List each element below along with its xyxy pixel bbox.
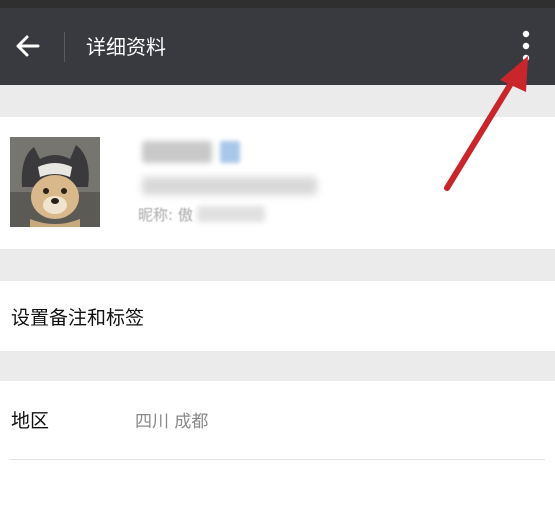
dog-avatar-image — [10, 137, 100, 227]
status-bar — [0, 0, 555, 8]
back-button[interactable] — [8, 26, 48, 66]
set-remark-label: 设置备注和标签 — [11, 306, 145, 329]
section-gap — [0, 249, 555, 281]
nickname-row: 昵称: 傲 — [138, 201, 265, 227]
more-vertical-icon — [522, 30, 530, 62]
arrow-left-icon — [16, 35, 40, 57]
row-divider — [10, 459, 545, 460]
title-bar: 详细资料 — [0, 8, 555, 85]
nickname-rest-blurred — [196, 206, 265, 222]
wechat-id-blurred — [142, 177, 317, 195]
page-title: 详细资料 — [86, 35, 166, 59]
section-gap — [0, 351, 555, 381]
nickname-prefix: 昵称: 傲 — [138, 205, 193, 224]
gender-badge — [220, 141, 240, 163]
title-divider — [64, 32, 65, 62]
region-label: 地区 — [11, 410, 50, 432]
avatar[interactable] — [10, 137, 100, 227]
region-row: 地区 四川 成都 — [0, 381, 555, 459]
nickname-blurred — [142, 141, 212, 163]
profile-card: 昵称: 傲 — [0, 117, 555, 249]
more-button[interactable] — [508, 22, 544, 70]
region-value: 四川 成都 — [135, 412, 209, 432]
set-remark-and-tags-row[interactable]: 设置备注和标签 — [0, 281, 555, 351]
section-gap — [0, 85, 555, 117]
